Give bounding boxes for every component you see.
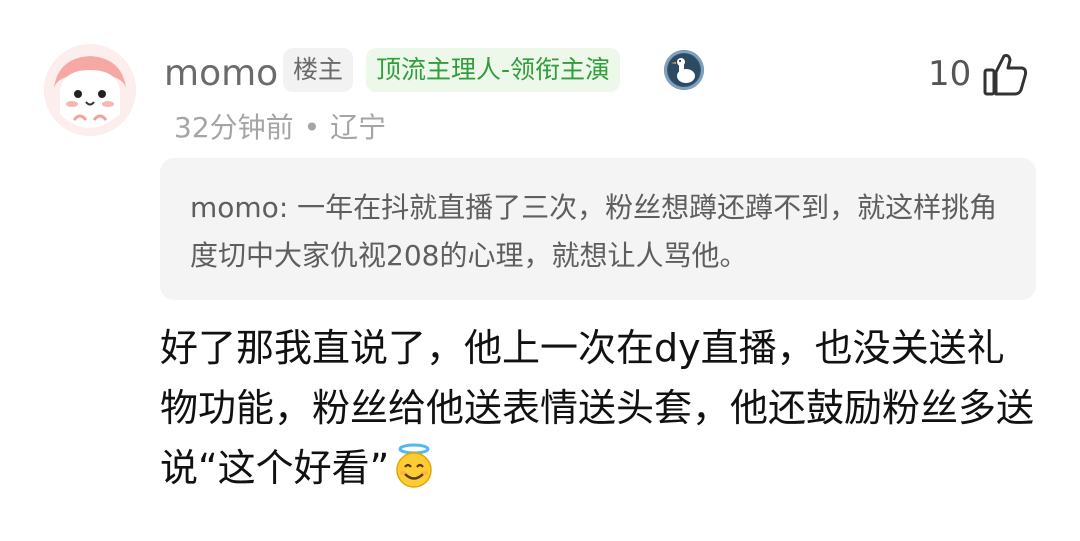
smiling-face-with-halo-icon [391, 443, 437, 489]
location: 辽宁 [330, 111, 387, 144]
username[interactable]: momo [164, 52, 278, 96]
comment-body-text: 好了那我直说了，他上一次在dy直播，也没关送礼物功能，粉丝给他送表情送头套，他还… [160, 326, 1035, 490]
host-tag: 楼主 [283, 48, 354, 92]
comment-meta: 32分钟前 • 辽宁 [174, 108, 386, 148]
badge-graphic [668, 54, 700, 86]
avatar[interactable] [44, 44, 136, 136]
title-tag[interactable]: 顶流主理人-领衔主演 [366, 48, 621, 92]
emoji-graphic [396, 443, 433, 488]
like-count: 10 [928, 54, 972, 94]
quoted-reply-text: momo: 一年在抖就直播了三次，粉丝想蹲还蹲不到，就这样挑角度切中大家仇视20… [190, 191, 998, 272]
meta-separator: • [303, 111, 321, 144]
timestamp: 32分钟前 [174, 111, 294, 144]
comment-body: 好了那我直说了，他上一次在dy直播，也没关送礼物功能，粉丝给他送表情送头套，他还… [160, 318, 1040, 498]
thumbs-up-icon[interactable] [980, 48, 1032, 100]
goose-badge-icon[interactable] [664, 50, 704, 90]
avatar-illustration [44, 44, 136, 136]
quoted-reply[interactable]: momo: 一年在抖就直播了三次，粉丝想蹲还蹲不到，就这样挑角度切中大家仇视20… [160, 158, 1036, 300]
thumbs-up-graphic [983, 54, 1028, 96]
